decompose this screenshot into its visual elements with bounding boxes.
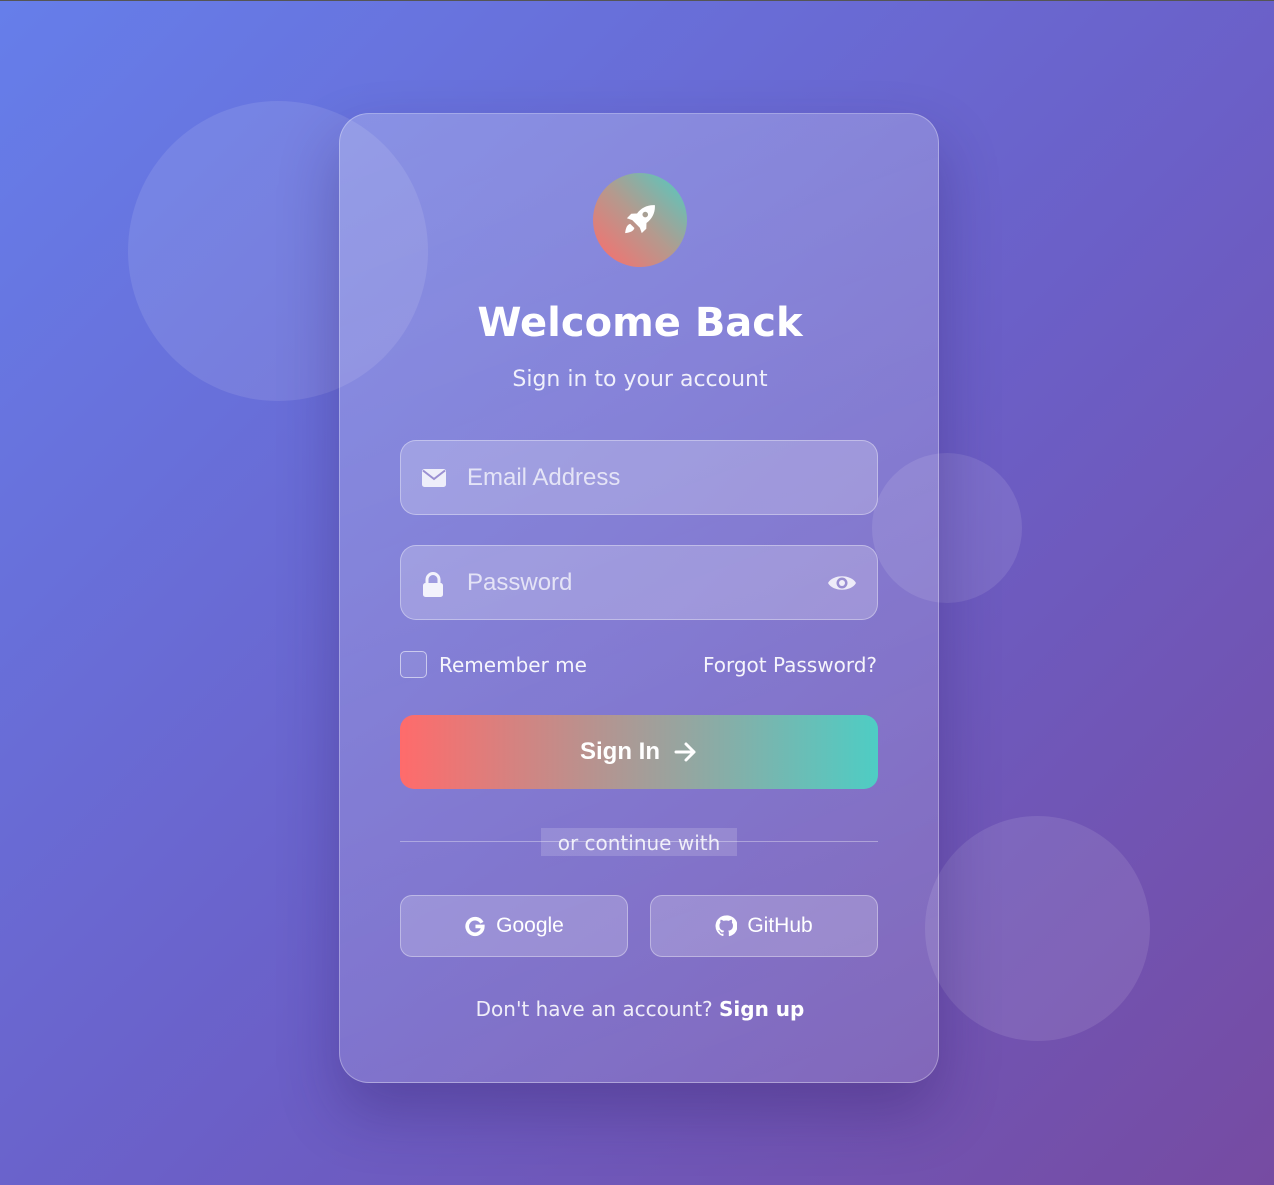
remember-checkbox[interactable] [400,651,427,678]
eye-icon[interactable] [827,570,857,596]
decorative-circle [925,816,1150,1041]
email-field[interactable] [400,440,878,515]
page-subtitle: Sign in to your account [512,367,768,392]
sign-in-button[interactable]: Sign In [400,715,878,789]
email-input[interactable] [467,441,807,514]
remember-label: Remember me [439,652,587,677]
forgot-password-link[interactable]: Forgot Password? [703,653,877,677]
login-card: Welcome Back Sign in to your account Rem… [339,113,939,1083]
google-label: Google [496,914,564,937]
remember-me[interactable]: Remember me [400,651,587,678]
rocket-icon [625,205,655,234]
password-input[interactable] [467,546,807,619]
sign-up-link[interactable]: Sign up [719,997,804,1021]
envelope-icon [422,469,446,487]
signup-prompt-text: Don't have an account? [475,997,713,1021]
github-icon [715,915,738,937]
logo-badge [593,173,687,267]
sign-in-label: Sign In [580,738,660,765]
lock-icon [423,572,443,597]
top-border [0,0,1274,1]
arrow-right-icon [674,742,696,762]
page-title: Welcome Back [477,300,803,346]
google-icon [465,916,485,937]
google-button[interactable]: Google [400,895,628,957]
password-field[interactable] [400,545,878,620]
divider-label: or continue with [541,828,737,856]
signup-prompt: Don't have an account? Sign up [340,997,940,1021]
github-label: GitHub [747,914,813,937]
github-button[interactable]: GitHub [650,895,878,957]
